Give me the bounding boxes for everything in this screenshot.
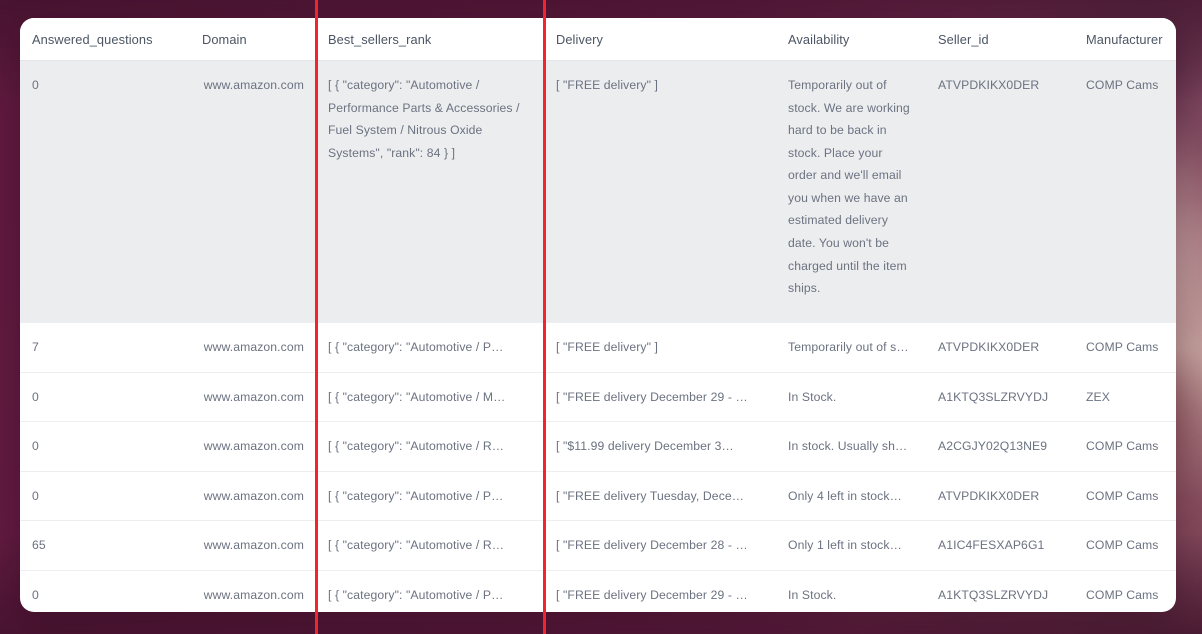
column-header-manufacturer[interactable]: Manufacturer <box>1074 18 1176 61</box>
cell-answered-questions: 65 <box>20 520 190 571</box>
cell-seller-id: A1KTQ3SLZRVYDJ <box>926 569 1074 612</box>
cell-best-sellers-rank: [ { "category": "Automotive / Performanc… <box>316 60 544 323</box>
cell-availability: Only 1 left in stock… <box>776 520 926 571</box>
cell-domain: www.amazon.com <box>190 470 316 521</box>
cell-manufacturer: COMP Cams <box>1074 60 1176 323</box>
data-table-card: Answered_questions Domain Best_sellers_r… <box>20 18 1176 612</box>
cell-answered-questions: 0 <box>20 470 190 521</box>
table-body: 0 www.amazon.com[ { "category": "Automoti… <box>20 60 1176 612</box>
cell-best-sellers-rank: [ { "category": "Automotive / R… <box>316 520 544 571</box>
cell-domain: www.amazon.com <box>190 60 316 323</box>
column-header-delivery[interactable]: Delivery <box>544 18 776 61</box>
cell-delivery: [ "FREE delivery December 29 - … <box>544 371 776 422</box>
cell-delivery: [ "FREE delivery December 28 - … <box>544 520 776 571</box>
cell-best-sellers-rank: [ { "category": "Automotive / P… <box>316 470 544 521</box>
cell-answered-questions: 0 <box>20 569 190 612</box>
cell-delivery: [ "FREE delivery Tuesday, Dece… <box>544 470 776 521</box>
column-header-domain[interactable]: Domain <box>190 18 316 61</box>
cell-answered-questions: 0 <box>20 421 190 472</box>
cell-availability: In Stock. <box>776 371 926 422</box>
cell-seller-id: ATVPDKIKX0DER <box>926 322 1074 373</box>
cell-delivery: [ "FREE delivery December 29 - … <box>544 569 776 612</box>
cell-availability: Only 4 left in stock… <box>776 470 926 521</box>
cell-availability: In stock. Usually sh… <box>776 421 926 472</box>
cell-seller-id: ATVPDKIKX0DER <box>926 60 1074 323</box>
cell-delivery: [ "FREE delivery" ] <box>544 322 776 373</box>
cell-domain: www.amazon.com <box>190 421 316 472</box>
column-header-best-sellers-rank[interactable]: Best_sellers_rank <box>316 18 544 61</box>
cell-seller-id: ATVPDKIKX0DER <box>926 470 1074 521</box>
table-row[interactable]: 0 www.amazon.com[ { "category": "Automoti… <box>20 470 1176 521</box>
table-header: Answered_questions Domain Best_sellers_r… <box>20 18 1176 61</box>
cell-manufacturer: ZEX <box>1074 371 1176 422</box>
product-data-table: Answered_questions Domain Best_sellers_r… <box>20 18 1176 612</box>
cell-manufacturer: COMP Cams <box>1074 421 1176 472</box>
column-header-answered-questions[interactable]: Answered_questions <box>20 18 190 61</box>
cell-best-sellers-rank: [ { "category": "Automotive / R… <box>316 421 544 472</box>
cell-seller-id: A1KTQ3SLZRVYDJ <box>926 371 1074 422</box>
table-row[interactable]: 0 www.amazon.com[ { "category": "Automoti… <box>20 371 1176 422</box>
annotation-red-line-left <box>315 0 318 634</box>
table-row[interactable]: 0 www.amazon.com[ { "category": "Automoti… <box>20 421 1176 472</box>
cell-manufacturer: COMP Cams <box>1074 322 1176 373</box>
cell-delivery: [ "$11.99 delivery December 3… <box>544 421 776 472</box>
cell-availability: Temporarily out of stock. We are working… <box>776 60 926 323</box>
table-header-row: Answered_questions Domain Best_sellers_r… <box>20 18 1176 61</box>
cell-availability: Temporarily out of s… <box>776 322 926 373</box>
cell-manufacturer: COMP Cams <box>1074 470 1176 521</box>
cell-best-sellers-rank: [ { "category": "Automotive / M… <box>316 371 544 422</box>
cell-best-sellers-rank: [ { "category": "Automotive / P… <box>316 569 544 612</box>
cell-availability: In Stock. <box>776 569 926 612</box>
table-row[interactable]: 7 www.amazon.com[ { "category": "Automoti… <box>20 322 1176 373</box>
cell-answered-questions: 0 <box>20 60 190 323</box>
cell-seller-id: A2CGJY02Q13NE9 <box>926 421 1074 472</box>
cell-manufacturer: COMP Cams <box>1074 520 1176 571</box>
cell-domain: www.amazon.com <box>190 322 316 373</box>
cell-answered-questions: 0 <box>20 371 190 422</box>
cell-best-sellers-rank: [ { "category": "Automotive / P… <box>316 322 544 373</box>
column-header-seller-id[interactable]: Seller_id <box>926 18 1074 61</box>
cell-domain: www.amazon.com <box>190 371 316 422</box>
table-row[interactable]: 0 www.amazon.com[ { "category": "Automoti… <box>20 569 1176 612</box>
table-row[interactable]: 0 www.amazon.com[ { "category": "Automoti… <box>20 60 1176 323</box>
cell-seller-id: A1IC4FESXAP6G1 <box>926 520 1074 571</box>
table-row[interactable]: 65 www.amazon.com[ { "category": "Automot… <box>20 520 1176 571</box>
cell-delivery: [ "FREE delivery" ] <box>544 60 776 323</box>
cell-domain: www.amazon.com <box>190 520 316 571</box>
cell-answered-questions: 7 <box>20 322 190 373</box>
cell-manufacturer: COMP Cams <box>1074 569 1176 612</box>
column-header-availability[interactable]: Availability <box>776 18 926 61</box>
annotation-red-line-right <box>543 0 546 634</box>
cell-domain: www.amazon.com <box>190 569 316 612</box>
screenshot-stage: Answered_questions Domain Best_sellers_r… <box>0 0 1202 634</box>
